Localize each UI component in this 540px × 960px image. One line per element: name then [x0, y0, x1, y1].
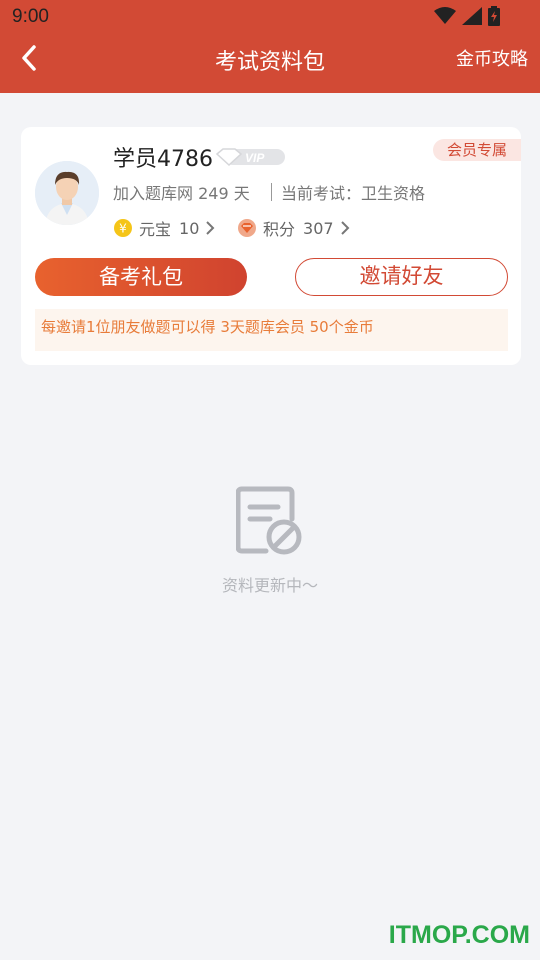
empty-state-text: 资料更新中～	[221, 576, 318, 595]
invite-reward-note: 每邀请1位朋友做题可以得 3天题库会员 50个金币	[35, 309, 508, 351]
username: 学员4786	[113, 147, 213, 172]
signal-icon	[462, 7, 482, 25]
points-diamond-icon	[238, 219, 256, 237]
svg-text:¥: ¥	[119, 222, 127, 236]
coin-guide-link[interactable]: 金币攻略	[456, 45, 528, 71]
avatar[interactable]	[35, 161, 99, 225]
profile-card: 学员4786 VIP 会员专属 加入题库网 249 天 当前考试：卫生资格 ¥ …	[21, 127, 521, 365]
battery-icon	[488, 6, 500, 26]
status-icons	[434, 6, 500, 26]
jifen-value: 307	[303, 218, 334, 238]
jifen-label: 积分	[263, 220, 296, 239]
top-app-bar: 9:00 考试资料包 金币攻略	[0, 0, 540, 93]
yuanbao-stat[interactable]: ¥ 元宝 10	[113, 216, 215, 240]
svg-text:VIP: VIP	[245, 151, 265, 165]
vip-badge: VIP	[215, 148, 285, 167]
member-exclusive-tag: 会员专属	[432, 139, 521, 161]
yuanbao-value: 10	[179, 218, 200, 238]
invite-friends-button[interactable]: 邀请好友	[295, 258, 508, 296]
current-exam-text[interactable]: 当前考试：卫生资格	[281, 180, 425, 204]
wifi-icon	[434, 7, 456, 24]
divider	[271, 183, 272, 201]
join-days-text: 加入题库网 249 天	[113, 184, 250, 203]
yuanbao-label: 元宝	[139, 220, 172, 239]
yuan-coin-icon: ¥	[114, 219, 132, 237]
user-avatar-icon	[35, 161, 99, 225]
chevron-right-icon	[340, 221, 349, 235]
exam-gift-pack-button[interactable]: 备考礼包	[35, 258, 247, 296]
document-ban-icon	[236, 486, 302, 555]
jifen-stat[interactable]: 积分 307	[237, 216, 350, 240]
status-time: 9:00	[12, 6, 49, 27]
watermark-logo: ITMOP.COM	[388, 921, 530, 949]
chevron-right-icon	[206, 221, 215, 235]
